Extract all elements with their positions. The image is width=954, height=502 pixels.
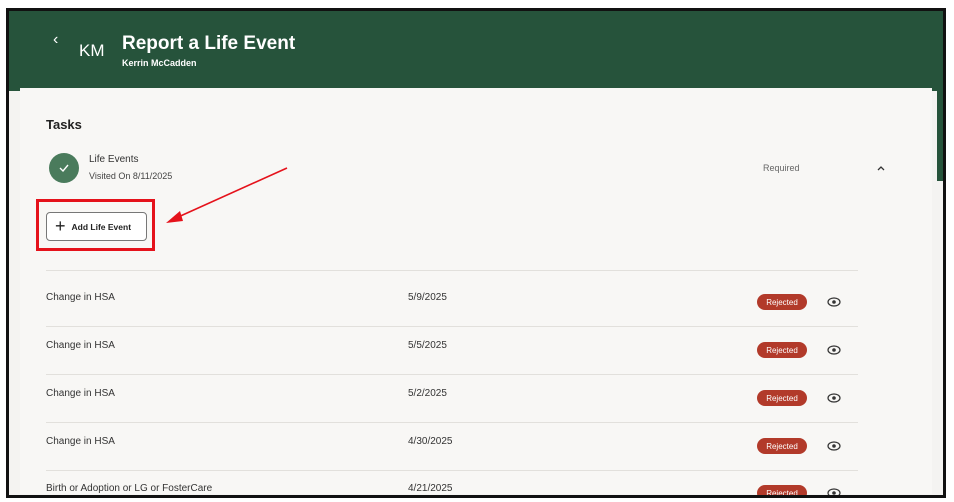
view-eye-icon[interactable]	[827, 439, 841, 457]
status-badge: Rejected	[757, 485, 807, 495]
event-date: 5/2/2025	[408, 388, 447, 399]
event-name: Change in HSA	[46, 388, 115, 399]
view-eye-icon[interactable]	[827, 486, 841, 495]
status-badge: Rejected	[757, 390, 807, 406]
event-date: 4/30/2025	[408, 436, 453, 447]
list-item: Birth or Adoption or LG or FosterCare 4/…	[46, 483, 858, 495]
view-eye-icon[interactable]	[827, 295, 841, 313]
event-date: 5/5/2025	[408, 340, 447, 351]
event-name: Change in HSA	[46, 292, 115, 303]
event-name: Birth or Adoption or LG or FosterCare	[46, 483, 213, 494]
event-date: 4/21/2025	[408, 483, 453, 494]
divider	[46, 470, 858, 471]
list-item: Change in HSA 5/9/2025 Rejected	[46, 292, 858, 340]
status-badge: Rejected	[757, 342, 807, 358]
divider	[46, 422, 858, 423]
list-item: Change in HSA 5/2/2025 Rejected	[46, 388, 858, 436]
list-item: Change in HSA 4/30/2025 Rejected	[46, 436, 858, 484]
event-name: Change in HSA	[46, 340, 115, 351]
event-name: Change in HSA	[46, 436, 115, 447]
divider	[46, 326, 858, 327]
status-badge: Rejected	[757, 438, 807, 454]
divider	[46, 270, 858, 271]
event-date: 5/9/2025	[408, 292, 447, 303]
divider	[46, 374, 858, 375]
view-eye-icon[interactable]	[827, 343, 841, 361]
list-item: Change in HSA 5/5/2025 Rejected	[46, 340, 858, 388]
view-eye-icon[interactable]	[827, 391, 841, 409]
status-badge: Rejected	[757, 294, 807, 310]
